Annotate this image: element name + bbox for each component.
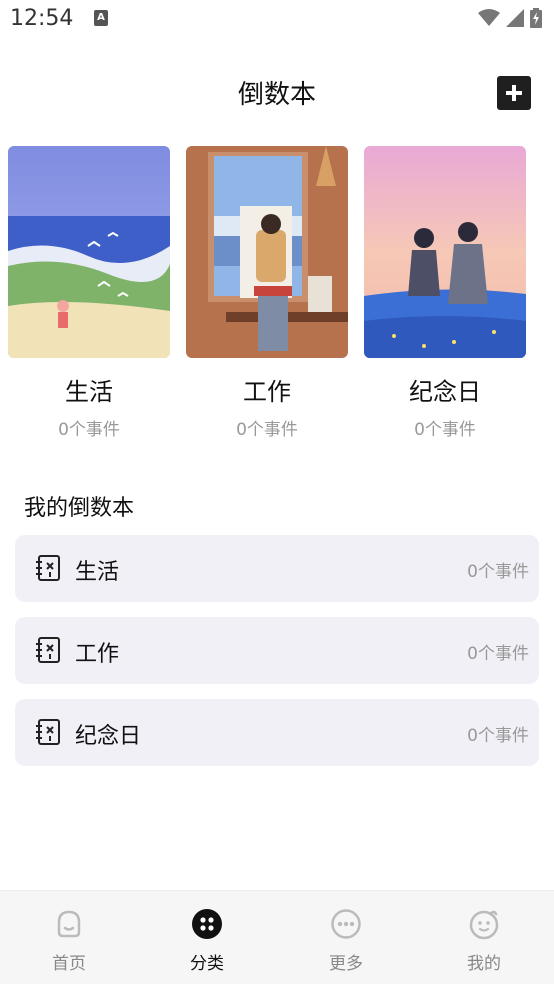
wifi-icon	[478, 9, 500, 26]
beach-illustration-image	[8, 146, 170, 358]
list-item-count: 0个事件	[467, 562, 529, 582]
tab-label: 首页	[52, 954, 86, 974]
notification-a-icon: A	[94, 10, 108, 26]
signal-icon	[506, 9, 524, 27]
list-item-life[interactable]: 生活 0个事件	[15, 535, 539, 602]
list-item-work[interactable]: 工作 0个事件	[15, 617, 539, 684]
add-button[interactable]	[497, 76, 531, 110]
notebook-icon	[36, 637, 60, 663]
profile-face-icon	[469, 910, 499, 940]
couple-illustration-image	[364, 146, 526, 358]
tab-category[interactable]: 分类	[138, 891, 276, 984]
card-life[interactable]: 生活 0个事件	[8, 146, 170, 440]
notebook-icon	[36, 555, 60, 581]
tab-label: 分类	[190, 954, 224, 974]
list-item-count: 0个事件	[467, 726, 529, 746]
list-item-count: 0个事件	[467, 644, 529, 664]
card-title: 工作	[243, 378, 291, 406]
tab-label: 更多	[329, 954, 363, 974]
card-count: 0个事件	[58, 420, 120, 440]
status-indicators	[478, 8, 542, 28]
list-item-label: 工作	[75, 642, 120, 667]
card-work[interactable]: 工作 0个事件	[186, 146, 348, 440]
list-item-label: 纪念日	[75, 724, 142, 749]
section-title: 我的倒数本	[24, 496, 135, 521]
tab-more[interactable]: 更多	[277, 891, 415, 984]
home-face-icon	[57, 910, 81, 938]
card-count: 0个事件	[414, 420, 476, 440]
plus-icon	[506, 85, 522, 101]
list-item-label: 生活	[75, 560, 120, 585]
page-title: 倒数本	[237, 80, 316, 110]
category-cards: 生活 0个事件 工作 0个事件 纪念日 0个事件	[0, 146, 554, 446]
painter-illustration-image	[186, 146, 348, 358]
category-dots-icon	[192, 909, 222, 939]
battery-icon	[530, 8, 542, 28]
card-title: 生活	[65, 378, 113, 406]
card-anniversary[interactable]: 纪念日 0个事件	[364, 146, 526, 440]
list-item-anniversary[interactable]: 纪念日 0个事件	[15, 699, 539, 766]
more-dots-icon	[331, 909, 361, 939]
status-bar: 12:54 A	[0, 0, 554, 40]
tab-home[interactable]: 首页	[0, 891, 138, 984]
card-count: 0个事件	[236, 420, 298, 440]
tab-mine[interactable]: 我的	[415, 891, 553, 984]
notebook-list: 生活 0个事件 工作 0个事件 纪念日 0个事件	[15, 535, 539, 781]
card-title: 纪念日	[409, 378, 481, 406]
tab-label: 我的	[467, 954, 501, 974]
bottom-tab-bar: 首页 分类 更多 我的	[0, 890, 554, 984]
notebook-icon	[36, 719, 60, 745]
status-time: 12:54	[10, 6, 74, 31]
